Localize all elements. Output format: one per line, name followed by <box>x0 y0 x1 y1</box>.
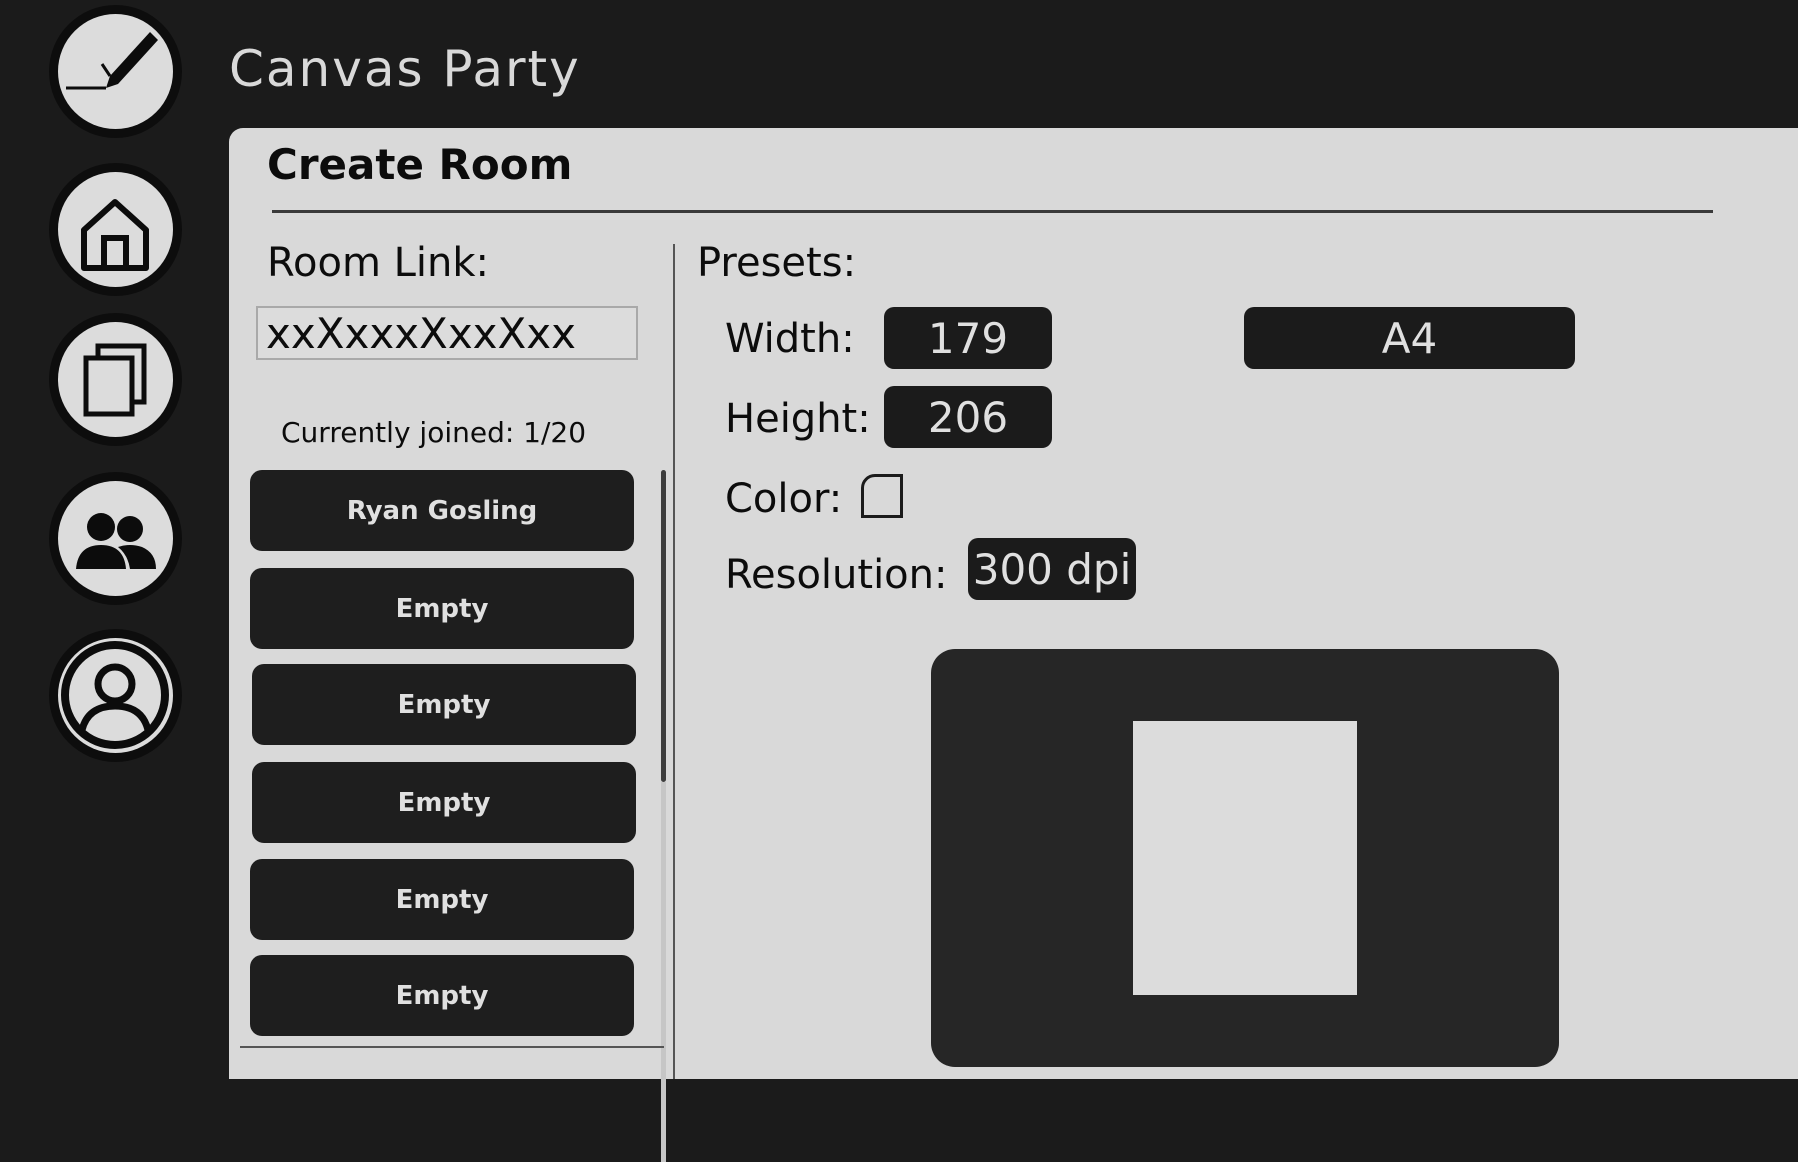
joined-count: Currently joined: 1/20 <box>281 416 587 449</box>
create-room-panel: Create Room Room Link: xxXxxxXxxXxx Curr… <box>229 128 1798 1162</box>
players-scrollbar[interactable] <box>661 470 666 782</box>
documents-icon <box>83 343 147 417</box>
page-title: Create Room <box>267 140 573 189</box>
height-label: Height: <box>725 396 871 442</box>
home-button[interactable] <box>49 163 182 296</box>
presets-label: Presets: <box>697 240 857 286</box>
color-label: Color: <box>725 476 843 522</box>
list-divider <box>240 1046 664 1048</box>
brush-icon <box>66 32 158 90</box>
app-title: Canvas Party <box>229 40 581 98</box>
documents-button[interactable] <box>49 313 182 446</box>
resolution-label: Resolution: <box>725 552 948 598</box>
player-slot[interactable]: Ryan Gosling <box>250 470 634 551</box>
resolution-input[interactable]: 300 dpi <box>968 538 1136 600</box>
scroll-track <box>661 782 666 1162</box>
player-slot[interactable]: Empty <box>252 664 636 745</box>
room-link-field[interactable]: xxXxxxXxxXxx <box>256 306 638 360</box>
width-label: Width: <box>725 316 855 362</box>
group-icon <box>76 513 156 569</box>
width-input[interactable]: 179 <box>884 307 1052 369</box>
canvas-preview <box>931 649 1559 1067</box>
title-divider <box>272 210 1713 213</box>
home-icon <box>81 199 149 271</box>
player-slot[interactable]: Empty <box>252 762 636 843</box>
player-slot[interactable]: Empty <box>250 955 634 1036</box>
height-input[interactable]: 206 <box>884 386 1052 448</box>
player-slot[interactable]: Empty <box>250 568 634 649</box>
logo-button[interactable] <box>49 5 182 138</box>
user-icon <box>61 641 169 749</box>
friends-button[interactable] <box>49 472 182 605</box>
column-divider <box>673 244 675 1079</box>
room-link-label: Room Link: <box>267 240 490 286</box>
color-swatch[interactable] <box>861 474 903 518</box>
canvas-page-preview <box>1133 721 1357 995</box>
paper-preset-button[interactable]: A4 <box>1244 307 1575 369</box>
player-slot[interactable]: Empty <box>250 859 634 940</box>
profile-button[interactable] <box>49 629 182 762</box>
